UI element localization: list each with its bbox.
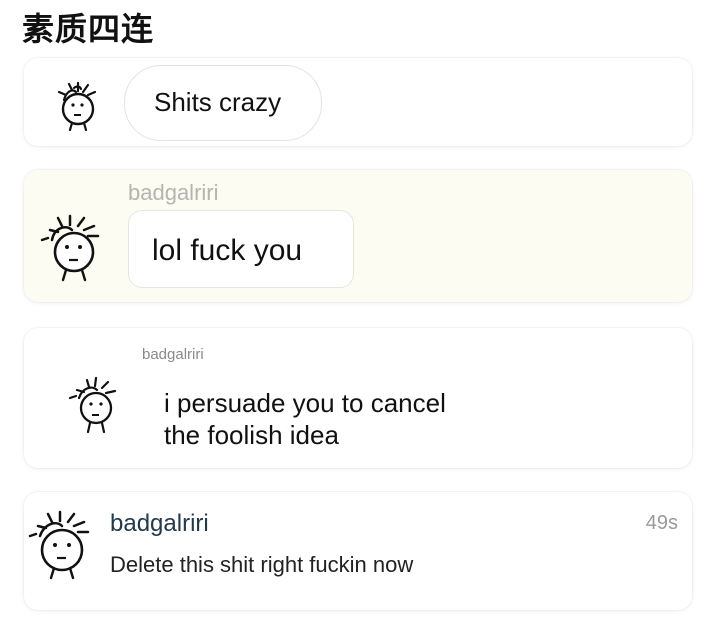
message-card-2: badgalriri lol fuck you [24, 170, 692, 302]
message-card-1: Shits crazy [24, 58, 692, 146]
message-text-line-1: i persuade you to cancel [164, 388, 446, 418]
username-label[interactable]: badgalriri [142, 346, 204, 363]
message-text-line-2: the foolish idea [164, 420, 339, 450]
message-text: lol fuck you [152, 234, 303, 267]
message-text: Delete this shit right fuckin now [110, 552, 414, 577]
meme-page: 素质四连 Shits crazy badgalriri lol fuck you… [0, 0, 720, 620]
username-label[interactable]: badgalriri [110, 510, 209, 538]
timestamp: 49s [645, 512, 678, 534]
stick-face-avatar-icon[interactable] [26, 504, 98, 584]
page-title: 素质四连 [22, 10, 155, 48]
username-label[interactable]: badgalriri [128, 180, 219, 206]
message-card-3: badgalriri i persuade you to cancel the … [24, 328, 692, 468]
stick-face-avatar-icon[interactable] [50, 78, 106, 134]
message-card-4: badgalriri 49s Delete this shit right fu… [24, 492, 692, 610]
stick-face-avatar-icon[interactable] [38, 210, 110, 286]
stick-face-avatar-icon[interactable] [66, 374, 126, 440]
message-text: Shits crazy [154, 87, 282, 117]
